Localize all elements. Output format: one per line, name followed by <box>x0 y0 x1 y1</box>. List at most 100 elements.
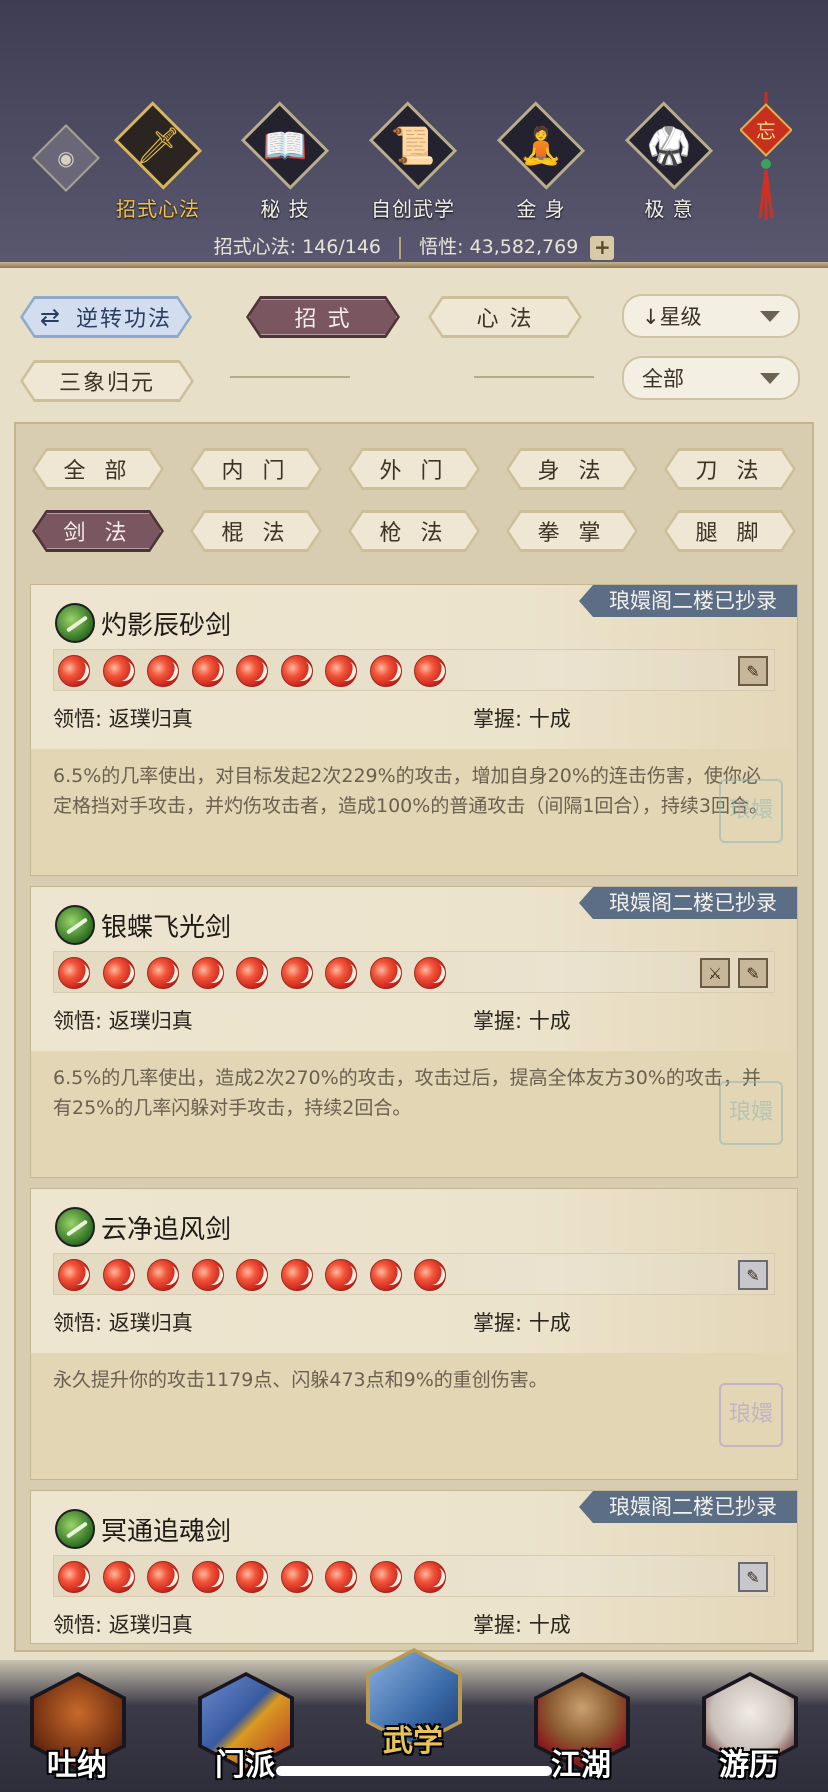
star-flame-icon <box>369 655 402 687</box>
meditation-icon: 🧘 <box>518 125 564 167</box>
star-rating: ⚔ ✎ <box>53 951 775 993</box>
star-flame-icon <box>58 1259 90 1291</box>
sword-skill-icon <box>55 905 95 945</box>
tab-label: 极 意 <box>644 197 694 221</box>
star-flame-icon <box>191 957 224 989</box>
star-flame-icon <box>280 1561 313 1593</box>
star-flame-icon <box>369 1259 402 1291</box>
skill-card[interactable]: 云净追风剑 ✎ 领悟: 返璞归真 掌握: 十成 永久提升你的攻击1179点、闪躲… <box>30 1188 798 1480</box>
scroll-icon[interactable]: ✎ <box>738 1260 768 1290</box>
seal-stamp-icon: 琅嬛 <box>719 1383 783 1447</box>
description-text: 永久提升你的攻击1179点、闪躲473点和9%的重创伤害。 <box>53 1369 548 1391</box>
nav-label: 门派 <box>215 1748 275 1783</box>
star-flame-icon <box>147 655 179 687</box>
skill-name: 冥通追魂剑 <box>101 1517 232 1547</box>
header-stats: 招式心法: 146/146 悟性: 43,582,769 + <box>0 232 828 260</box>
filter-fist-palm[interactable]: 拳 掌 <box>506 510 638 552</box>
sword-skill-icon <box>55 603 95 643</box>
tab-label: 金 身 <box>516 197 566 221</box>
skill-card[interactable]: 琅嬛阁二楼已抄录 冥通追魂剑 ✎ 领悟: 返璞归真 掌握: 十成 <box>30 1490 798 1644</box>
scroll-icon[interactable]: ✎ <box>738 958 768 988</box>
nav-breathing[interactable]: 吐纳 <box>22 1664 132 1792</box>
chevron-down-icon <box>760 310 780 322</box>
chinese-knot-icon[interactable]: 忘 <box>740 92 792 222</box>
sanxiang-label: 三象归元 <box>58 371 155 396</box>
copied-banner: 琅嬛阁二楼已抄录 <box>579 585 797 617</box>
star-flame-icon <box>414 957 446 989</box>
moves-count: 招式心法: 146/146 <box>213 236 381 258</box>
skill-name: 云净追风剑 <box>101 1215 232 1245</box>
star-flame-icon <box>325 1561 357 1593</box>
mastery-label: 掌握: 十成 <box>473 707 571 731</box>
add-comprehension-button[interactable]: + <box>590 235 615 260</box>
filter-label: 枪 法 <box>379 521 449 546</box>
scroll-icon[interactable]: ⚔ <box>700 958 730 988</box>
skill-card[interactable]: 琅嬛阁二楼已抄录 银蝶飞光剑 ⚔ ✎ 领悟: 返璞归真 掌握: 十成 6.5%的… <box>30 886 798 1178</box>
filter-outer-sect[interactable]: 外 门 <box>348 448 480 490</box>
comprehension-value: 悟性: 43,582,769 <box>419 236 579 258</box>
skill-name: 银蝶飞光剑 <box>101 913 232 943</box>
eye-icon: ◉ <box>57 146 75 170</box>
mastery-label: 掌握: 十成 <box>473 1009 571 1033</box>
star-flame-icon <box>280 655 313 687</box>
insight-label: 领悟: 返璞归真 <box>53 1311 193 1335</box>
star-flame-icon <box>414 1561 446 1593</box>
skill-description: 6.5%的几率使出，造成2次270%的攻击，攻击过后，提高全体友方30%的攻击，… <box>31 1051 797 1177</box>
ornament-divider <box>474 376 594 378</box>
insight-label: 领悟: 返璞归真 <box>53 707 193 731</box>
filter-value: 全部 <box>642 367 684 391</box>
tab-secret-skills[interactable]: 📖 秘 技 <box>230 101 340 222</box>
skill-description: 6.5%的几率使出，对目标发起2次229%的攻击，增加自身20%的连击伤害，使你… <box>31 749 797 875</box>
star-flame-icon <box>236 957 268 989</box>
star-flame-icon <box>102 1259 135 1291</box>
reverse-technique-button[interactable]: ⇄ 逆转功法 <box>20 296 192 338</box>
filter-label: 刀 法 <box>695 459 765 484</box>
filter-sword[interactable]: 剑 法 <box>32 510 164 552</box>
skill-card[interactable]: 琅嬛阁二楼已抄录 灼影辰砂剑 ✎ 领悟: 返璞归真 掌握: 十成 6.5%的几率… <box>30 584 798 876</box>
filter-label: 拳 掌 <box>537 521 607 546</box>
nav-label: 江湖 <box>551 1748 611 1783</box>
sword-icon: 🗡 <box>135 125 181 167</box>
star-flame-icon <box>414 655 446 687</box>
star-flame-icon <box>280 1259 313 1291</box>
sword-skill-icon <box>55 1207 95 1247</box>
nav-travel[interactable]: 游历 <box>694 1664 804 1792</box>
filter-inner-sect[interactable]: 内 门 <box>190 448 322 490</box>
sanxiang-button[interactable]: 三象归元 <box>20 360 194 402</box>
sort-dropdown[interactable]: ↓星级 <box>622 294 800 338</box>
filter-footwork[interactable]: 身 法 <box>506 448 638 490</box>
filter-all[interactable]: 全 部 <box>32 448 164 490</box>
star-flame-icon <box>325 655 357 687</box>
tab-heart-method-toggle[interactable]: 心 法 <box>428 296 582 338</box>
nav-label: 游历 <box>719 1748 779 1783</box>
tab-label: 招式心法 <box>116 197 200 221</box>
heart-label: 心 法 <box>476 307 534 332</box>
book-icon: 📖 <box>262 125 308 167</box>
star-flame-icon <box>236 655 268 687</box>
tab-self-created[interactable]: 📜 自创武学 <box>358 101 468 222</box>
star-flame-icon <box>280 957 313 989</box>
filter-label: 外 门 <box>379 459 449 484</box>
insight-label: 领悟: 返璞归真 <box>53 1613 193 1637</box>
sword-skill-icon <box>55 1509 95 1549</box>
moves-label: 招 式 <box>294 307 352 332</box>
star-flame-icon <box>191 655 224 687</box>
tab-moves-and-methods[interactable]: 🗡 招式心法 <box>103 101 213 222</box>
tab-golden-body[interactable]: 🧘 金 身 <box>486 101 596 222</box>
tab-ultimate[interactable]: 🥋 极 意 <box>614 101 724 222</box>
skill-meta: 领悟: 返璞归真 掌握: 十成 <box>53 1609 775 1639</box>
filter-leg[interactable]: 腿 脚 <box>664 510 796 552</box>
swap-icon: ⇄ <box>39 303 63 331</box>
filter-dropdown[interactable]: 全部 <box>622 356 800 400</box>
filter-spear[interactable]: 枪 法 <box>348 510 480 552</box>
seal-stamp-icon: 琅嬛 <box>719 1081 783 1145</box>
filter-blade[interactable]: 刀 法 <box>664 448 796 490</box>
nav-martial-arts[interactable]: 武学 <box>358 1640 468 1768</box>
star-flame-icon <box>191 1259 224 1291</box>
tab-moves-toggle[interactable]: 招 式 <box>246 296 400 338</box>
scroll-icon[interactable]: ✎ <box>738 656 768 686</box>
ornament-divider <box>230 376 350 378</box>
star-rating: ✎ <box>53 649 775 691</box>
scroll-icon[interactable]: ✎ <box>738 1562 768 1592</box>
filter-staff[interactable]: 棍 法 <box>190 510 322 552</box>
